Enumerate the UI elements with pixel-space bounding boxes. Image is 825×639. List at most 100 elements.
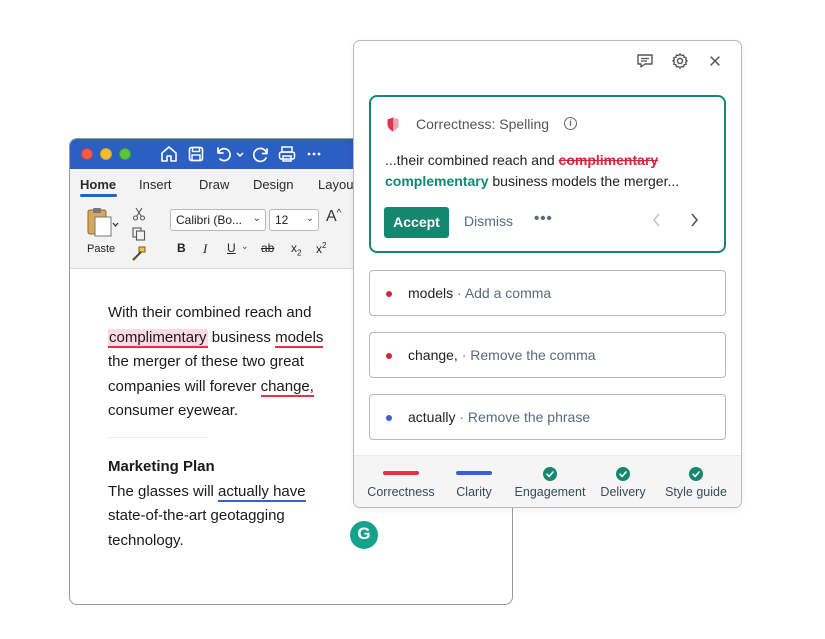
paste-button[interactable]: Paste [83, 205, 119, 255]
active-tab-indicator [80, 194, 117, 197]
category-correctness[interactable]: Correctness [360, 456, 442, 507]
doc-text-run: business [207, 328, 276, 346]
category-style-guide[interactable]: Style guide [657, 456, 735, 507]
replacement-word[interactable]: complementary [385, 173, 488, 189]
clarity-progress-bar [456, 471, 492, 475]
chevron-left-icon [652, 213, 660, 227]
subscript-button[interactable]: x2 [291, 241, 301, 257]
separator: · [457, 347, 471, 363]
accept-button[interactable]: Accept [384, 207, 449, 238]
print-icon[interactable] [277, 144, 297, 164]
category-label: Style guide [665, 485, 727, 499]
save-icon[interactable] [187, 144, 205, 164]
wrong-word: complimentary [558, 152, 659, 168]
suggestion-card-models[interactable]: models · Add a comma [369, 270, 726, 316]
suggestion-summary: models · Add a comma [408, 285, 551, 301]
doc-text-run: change [260, 377, 310, 395]
previous-suggestion-button[interactable] [651, 212, 663, 233]
issue-models[interactable]: models [275, 328, 324, 348]
spelling-error-complimentary[interactable]: complimentary [108, 328, 208, 348]
font-name-select[interactable]: Calibri (Bo... ⌄ [170, 209, 266, 231]
font-size-value: 12 [275, 213, 289, 227]
close-icon[interactable] [706, 52, 724, 70]
zoom-window-button[interactable] [119, 148, 131, 160]
undo-icon[interactable] [213, 144, 233, 164]
underline-dropdown-icon[interactable]: ⌄ [241, 241, 249, 252]
issue-dot-icon [386, 353, 392, 359]
more-commands-icon[interactable] [306, 144, 322, 164]
issue-dot-icon [386, 415, 392, 421]
doc-text-run: The glasses will [108, 482, 219, 500]
redo-icon[interactable] [251, 144, 271, 164]
paragraph-1[interactable]: With their combined reach and compliment… [108, 301, 324, 424]
grammarly-panel: Correctness: Spelling i ...their combine… [353, 40, 742, 508]
dismiss-button[interactable]: Dismiss [464, 213, 513, 229]
preview-text: ...their combined reach and [385, 152, 559, 168]
clipboard-icon [87, 208, 119, 237]
chevron-down-icon: ⌄ [305, 213, 314, 224]
separator: · [455, 409, 468, 425]
info-icon[interactable]: i [564, 117, 577, 130]
chevron-down-icon: ⌄ [252, 213, 261, 224]
tab-home[interactable]: Home [80, 177, 116, 192]
strikethrough-button[interactable]: ab [261, 241, 274, 255]
grammarly-button[interactable]: G [350, 521, 378, 549]
separator: · [453, 285, 465, 301]
tab-draw[interactable]: Draw [199, 177, 229, 192]
bold-button[interactable]: B [177, 241, 186, 255]
gear-icon[interactable] [671, 52, 689, 70]
category-label: Correctness [367, 485, 435, 499]
issue-dot-icon [386, 291, 392, 297]
active-suggestion-card[interactable]: Correctness: Spelling i ...their combine… [369, 95, 726, 253]
doc-line: The glasses will actually have [108, 480, 306, 505]
issue-change-comma[interactable]: change, [260, 377, 314, 397]
suggestion-card-actually[interactable]: actually · Remove the phrase [369, 394, 726, 440]
divider [108, 437, 208, 438]
cut-icon[interactable] [132, 207, 146, 226]
suggestion-action: Add a comma [464, 285, 552, 301]
tab-insert[interactable]: Insert [139, 177, 172, 192]
category-engagement[interactable]: Engagement [509, 456, 591, 507]
grow-font-icon[interactable]: A^ [326, 208, 341, 226]
font-size-select[interactable]: 12 ⌄ [269, 209, 319, 231]
paste-label: Paste [87, 243, 116, 255]
category-footer: Correctness Clarity Engagement Delivery … [354, 455, 741, 507]
check-icon [543, 467, 557, 481]
copy-icon[interactable] [132, 227, 146, 246]
category-label: Delivery [600, 485, 646, 499]
doc-line: consumer eyewear. [108, 402, 239, 419]
doc-line: technology. [108, 531, 184, 549]
superscript-button[interactable]: x2 [316, 241, 326, 256]
suggestion-summary: change, · Remove the comma [408, 347, 596, 363]
category-label: Engagement [514, 485, 586, 499]
doc-text-run: companies will forever [108, 377, 261, 395]
suggestion-category: Correctness: Spelling [416, 116, 550, 132]
format-painter-icon[interactable] [131, 246, 147, 267]
italic-button[interactable]: I [203, 241, 207, 257]
home-icon[interactable] [160, 144, 178, 164]
minimize-window-button[interactable] [100, 148, 112, 160]
doc-line: state-of-the-art geotagging [108, 507, 285, 524]
category-clarity[interactable]: Clarity [442, 456, 506, 507]
suggestion-word: change, [408, 347, 458, 363]
marketing-plan-heading: Marketing Plan [108, 458, 215, 475]
doc-line: companies will forever change, [108, 375, 323, 400]
category-delivery[interactable]: Delivery [593, 456, 653, 507]
doc-line: With their combined reach and [108, 304, 312, 321]
doc-text-run: , [309, 377, 314, 395]
close-window-button[interactable] [81, 148, 93, 160]
underline-button[interactable]: U [227, 241, 236, 255]
doc-line: complimentary business models [108, 326, 324, 351]
feedback-icon[interactable] [636, 52, 654, 70]
suggestion-action: Remove the phrase [467, 409, 591, 425]
next-suggestion-button[interactable] [688, 212, 700, 233]
undo-dropdown-icon[interactable] [235, 144, 245, 164]
suggestion-action: Remove the comma [470, 347, 596, 363]
doc-line: the merger of these two great [108, 353, 304, 370]
tab-layout[interactable]: Layou [318, 177, 353, 192]
suggestion-card-change[interactable]: change, · Remove the comma [369, 332, 726, 378]
more-options-button[interactable]: ••• [534, 210, 553, 227]
paragraph-2[interactable]: Marketing Plan The glasses will actually… [108, 455, 306, 553]
tab-design[interactable]: Design [253, 177, 293, 192]
issue-actually-have[interactable]: actually have [218, 482, 306, 502]
